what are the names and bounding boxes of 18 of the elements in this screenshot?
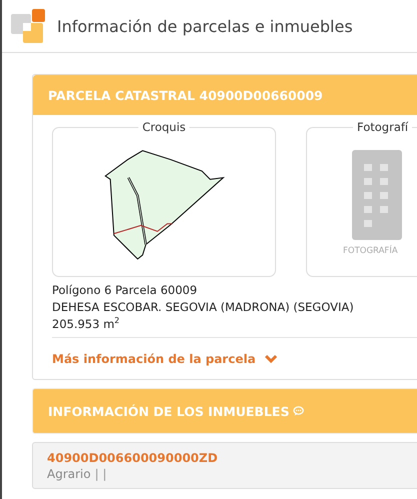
app-logo-icon (11, 9, 45, 43)
separator-marks: | | (94, 467, 107, 481)
parcel-info-line: 205.953 m$^{2}$ (52, 316, 121, 333)
more-info-link[interactable]: Más información de la parcela (52, 352, 278, 366)
chevron-icon (264, 354, 278, 364)
photo-caption: FOTOGRAFÍA (343, 246, 398, 256)
panel-header: PARCELA CATASTRAL 40900D00660009 (33, 75, 417, 115)
property-card[interactable]: 40900D006600090000ZD Agrario | | (32, 442, 417, 489)
panel-header-text: INFORMACIÓN DE LOS INMUEBLES (48, 404, 290, 418)
parcel-info-line: DEHESA ESCOBAR. SEGOVIA (MADRONA) (SEGOVIA) (52, 299, 355, 316)
property-use: Agrario (47, 467, 91, 481)
chat-bubble-icon (293, 406, 304, 416)
parcel-info-line: Polígono 6 Parcela 60009 (52, 282, 198, 299)
window-title: Información de parcelas e inmuebles (57, 16, 353, 36)
frame-legend: Fotografí (353, 120, 412, 135)
building-icon (352, 150, 402, 240)
frame-legend: Croquis (138, 120, 190, 135)
property-reference[interactable]: 40900D006600090000ZD (47, 451, 417, 465)
